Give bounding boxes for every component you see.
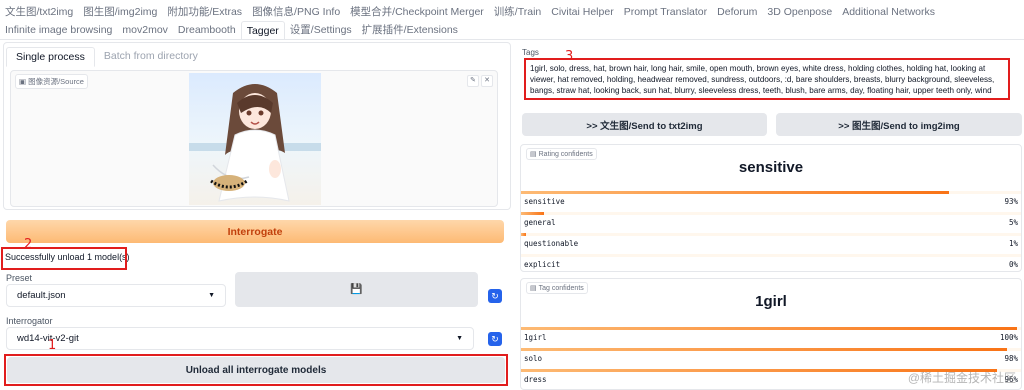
- annotation-box-1: [4, 354, 508, 386]
- send-to-txt2img-button[interactable]: >> 文生图/Send to txt2img: [522, 113, 767, 136]
- confidence-bar-fill: [521, 191, 949, 194]
- tab-row2-5[interactable]: 扩展插件/Extensions: [357, 21, 463, 39]
- confidence-row: general 5%: [524, 218, 1018, 227]
- tab-row1-7[interactable]: Prompt Translator: [619, 3, 712, 21]
- rating-confidents-panel: ▤ Rating confidents sensitive sensitive 9…: [520, 144, 1022, 272]
- annotation-number-3: 3: [565, 49, 574, 64]
- confidence-bar: [521, 212, 1021, 215]
- tab-row1-3[interactable]: 图像信息/PNG Info: [247, 3, 345, 21]
- edit-icon[interactable]: ✎: [467, 75, 479, 87]
- tab-batch-from-directory[interactable]: Batch from directory: [95, 47, 207, 67]
- chevron-down-icon: ▼: [456, 335, 463, 342]
- tab-row1-0[interactable]: 文生图/txt2img: [0, 3, 78, 21]
- tags-label: Tags: [522, 48, 539, 57]
- tab-row1-10[interactable]: Additional Networks: [837, 3, 940, 21]
- interrogate-button[interactable]: Interrogate: [6, 220, 504, 243]
- confidence-bar: [521, 233, 1021, 236]
- image-tools: ✎ ✕: [467, 75, 493, 87]
- confidence-row: solo 98%: [524, 354, 1018, 363]
- confidence-bar: [521, 191, 1021, 194]
- confidence-percent: 0%: [1008, 260, 1018, 269]
- close-icon[interactable]: ✕: [481, 75, 493, 87]
- annotation-number-2: 2: [24, 237, 33, 252]
- confidence-percent: 5%: [1008, 218, 1018, 227]
- watermark: @稀土掘金技术社区: [907, 371, 1016, 385]
- preset-dropdown[interactable]: default.json ▼: [6, 284, 226, 307]
- interrogator-dropdown[interactable]: wd14-vit-v2-git ▼: [6, 327, 474, 350]
- preset-label: Preset: [6, 273, 33, 283]
- label-icon: ▤: [530, 151, 537, 158]
- save-preset-button[interactable]: 💾: [235, 272, 478, 307]
- refresh-preset-button[interactable]: ↻: [488, 289, 502, 303]
- confidence-percent: 100%: [999, 333, 1018, 342]
- tab-row2-1[interactable]: mov2mov: [117, 21, 173, 39]
- confidence-row: questionable 1%: [524, 239, 1018, 248]
- tab-row2-3[interactable]: Tagger: [240, 21, 285, 39]
- tab-row1-6[interactable]: Civitai Helper: [546, 3, 618, 21]
- confidence-row: explicit 0%: [524, 260, 1018, 269]
- confidence-percent: 93%: [1004, 197, 1018, 206]
- confidence-name: dress: [524, 375, 547, 384]
- confidence-bar: [521, 348, 1021, 351]
- confidence-name: explicit: [524, 260, 561, 269]
- confidence-name: 1girl: [524, 333, 547, 342]
- confidence-name: sensitive: [524, 197, 565, 206]
- confidence-percent: 1%: [1008, 239, 1018, 248]
- annotation-number-1: 1: [48, 338, 57, 353]
- confidence-bar-fill: [521, 233, 526, 236]
- sub-tabs: Single process Batch from directory: [6, 47, 207, 67]
- confidence-row: 1girl 100%: [524, 333, 1018, 342]
- refresh-interrogator-button[interactable]: ↻: [488, 332, 502, 346]
- top-tabs-row-1: 文生图/txt2img 图生图/img2img 附加功能/Extras 图像信息/PN…: [0, 3, 940, 21]
- confidence-row: sensitive 93%: [524, 197, 1018, 206]
- tabs-divider: [0, 39, 1024, 40]
- tab-single-process[interactable]: Single process: [6, 47, 95, 67]
- confidence-percent: 98%: [1004, 354, 1018, 363]
- tab-row1-9[interactable]: 3D Openpose: [762, 3, 837, 21]
- confidence-bar: [521, 327, 1021, 330]
- confidence-name: general: [524, 218, 556, 227]
- tab-row2-4[interactable]: 设置/Settings: [285, 21, 357, 39]
- tab-row1-4[interactable]: 模型合并/Checkpoint Merger: [345, 3, 489, 21]
- top-tabs-row-2: Infinite image browsing mov2mov Dreambooth…: [0, 21, 463, 39]
- label-icon: ▤: [530, 285, 537, 292]
- tab-row1-1[interactable]: 图生图/img2img: [78, 3, 162, 21]
- anime-girl-image: [189, 73, 321, 205]
- send-to-img2img-button[interactable]: >> 图生图/Send to img2img: [776, 113, 1022, 136]
- confidence-bar-fill: [521, 327, 1017, 330]
- confidence-bar-fill: [521, 348, 1007, 351]
- confidence-name: solo: [524, 354, 543, 363]
- tab-row2-0[interactable]: Infinite image browsing: [0, 21, 117, 39]
- source-label: ▣ 图像资源/Source: [15, 74, 88, 89]
- tab-row1-5[interactable]: 训练/Train: [489, 3, 546, 21]
- confidence-name: questionable: [524, 239, 579, 248]
- annotation-box-3: [524, 58, 1010, 100]
- tab-row1-8[interactable]: Deforum: [712, 3, 762, 21]
- annotation-box-2: [1, 247, 127, 270]
- chevron-down-icon: ▼: [208, 292, 215, 299]
- confidence-bar-fill: [521, 212, 544, 215]
- image-source-dropzone[interactable]: ▣ 图像资源/Source ✎ ✕: [10, 70, 498, 207]
- rating-top-label: sensitive: [738, 159, 804, 176]
- tab-row1-2[interactable]: 附加功能/Extras: [162, 3, 247, 21]
- tag-top-label: 1girl: [755, 293, 787, 310]
- save-icon: 💾: [350, 284, 363, 295]
- tab-row2-2[interactable]: Dreambooth: [173, 21, 241, 39]
- interrogator-label: Interrogator: [6, 316, 53, 326]
- confidence-bar: [521, 254, 1021, 257]
- image-icon: ▣: [19, 77, 27, 86]
